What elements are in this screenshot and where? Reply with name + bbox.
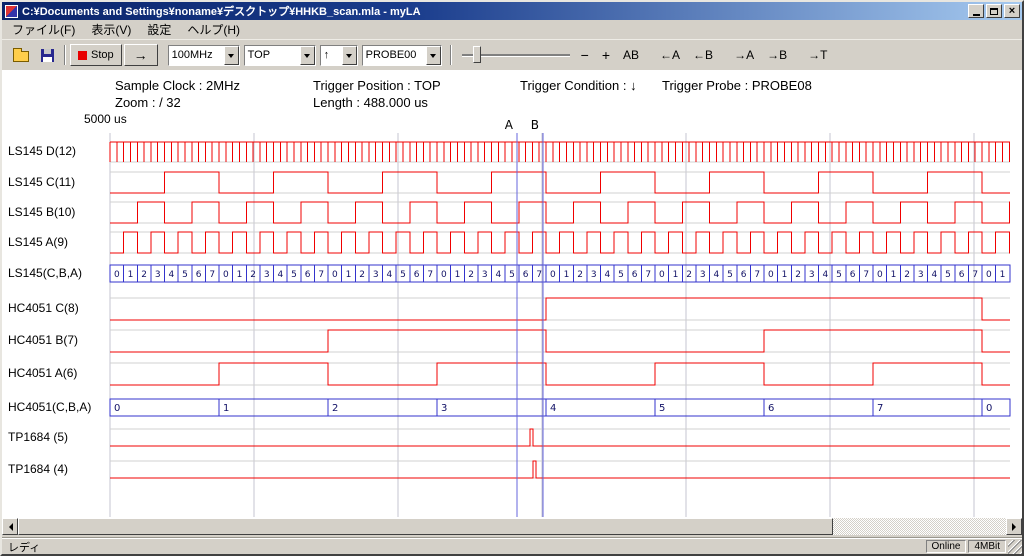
channel-label[interactable]: HC4051 B(7) — [8, 333, 78, 347]
goto-a-next-button[interactable]: →A — [729, 46, 759, 64]
menu-settings[interactable]: 設定 — [139, 19, 179, 40]
channel-label[interactable]: HC4051 A(6) — [8, 366, 77, 380]
chevron-down-icon[interactable] — [224, 46, 239, 65]
menu-view[interactable]: 表示(V) — [83, 19, 139, 40]
scroll-left-button[interactable] — [2, 518, 18, 535]
toolbar-separator — [450, 45, 452, 65]
goto-b-prev-button[interactable]: ←B — [688, 46, 718, 64]
stop-icon — [78, 51, 87, 60]
trigger-probe-select[interactable]: PROBE00 — [362, 45, 442, 66]
menubar: ファイル(F) 表示(V) 設定 ヘルプ(H) — [2, 20, 1022, 39]
zoom-out-button[interactable]: − — [576, 45, 594, 65]
save-floppy-icon — [41, 49, 54, 62]
status-memory-panel: 4MBit — [968, 540, 1006, 553]
goto-a-prev-button[interactable]: ←A — [655, 46, 685, 64]
channel-label[interactable]: LS145 A(9) — [8, 235, 68, 249]
maximize-button[interactable] — [986, 4, 1002, 18]
scrollbar-track[interactable] — [18, 518, 1006, 535]
channel-label[interactable]: LS145 B(10) — [8, 205, 75, 219]
toolbar: Stop → 100MHz TOP ↑ PROBE00 − + AB ←A ←B — [2, 39, 1022, 70]
app-window: C:¥Documents and Settings¥noname¥デスクトップ¥… — [0, 0, 1024, 556]
goto-b-next-button[interactable]: →B — [762, 46, 792, 64]
channel-label[interactable]: HC4051(C,B,A) — [8, 400, 91, 414]
scrollbar-thumb[interactable] — [18, 518, 833, 535]
zoom-ab-button[interactable]: AB — [618, 46, 644, 64]
trigger-edge-value: ↑ — [321, 49, 342, 61]
menu-file[interactable]: ファイル(F) — [4, 19, 83, 40]
trigger-probe-value: PROBE00 — [363, 49, 426, 61]
slider-handle[interactable] — [473, 46, 481, 63]
statusbar: レディ Online 4MBit — [2, 539, 1022, 554]
close-icon: × — [1009, 6, 1015, 17]
zoom-slider[interactable] — [460, 44, 572, 66]
titlebar: C:¥Documents and Settings¥noname¥デスクトップ¥… — [2, 2, 1022, 20]
chevron-down-icon[interactable] — [300, 46, 315, 65]
stop-button[interactable]: Stop — [70, 44, 122, 66]
trigger-position-select[interactable]: TOP — [244, 45, 316, 66]
zoom-in-button[interactable]: + — [597, 45, 615, 65]
channel-label[interactable]: LS145(C,B,A) — [8, 266, 82, 280]
menu-help[interactable]: ヘルプ(H) — [179, 19, 248, 40]
app-icon — [5, 5, 18, 18]
chevron-down-icon[interactable] — [342, 46, 357, 65]
waveform-client-area — [2, 70, 1022, 518]
channel-label[interactable]: TP1684 (4) — [8, 462, 68, 476]
arrow-left-icon — [5, 523, 13, 531]
open-folder-icon — [13, 51, 29, 62]
sample-clock-value: 100MHz — [169, 49, 224, 61]
window-title: C:¥Documents and Settings¥noname¥デスクトップ¥… — [22, 3, 968, 19]
channel-label[interactable]: HC4051 C(8) — [8, 301, 79, 315]
arrow-right-icon — [1012, 523, 1020, 531]
close-button[interactable]: × — [1004, 4, 1020, 18]
save-file-button[interactable] — [34, 44, 60, 66]
status-ready-text: レディ — [2, 539, 40, 555]
channel-label[interactable]: LS145 D(12) — [8, 144, 76, 158]
maximize-icon — [990, 8, 998, 15]
chevron-down-icon[interactable] — [426, 46, 441, 65]
channel-label[interactable]: LS145 C(11) — [8, 175, 75, 189]
scroll-right-button[interactable] — [1006, 518, 1022, 535]
horizontal-scrollbar — [2, 518, 1022, 535]
open-file-button[interactable] — [8, 44, 34, 66]
trigger-edge-select[interactable]: ↑ — [320, 45, 358, 66]
goto-trigger-button[interactable]: →T — [803, 46, 832, 64]
toolbar-separator — [64, 45, 66, 65]
minimize-icon — [973, 14, 980, 16]
run-button[interactable]: → — [124, 44, 158, 66]
sample-clock-select[interactable]: 100MHz — [168, 45, 240, 66]
status-online-panel: Online — [926, 540, 967, 553]
trigger-position-value: TOP — [245, 49, 300, 61]
resize-grip-icon[interactable] — [1008, 540, 1022, 554]
minimize-button[interactable] — [968, 4, 984, 18]
stop-label: Stop — [91, 49, 114, 61]
channel-label[interactable]: TP1684 (5) — [8, 430, 68, 444]
